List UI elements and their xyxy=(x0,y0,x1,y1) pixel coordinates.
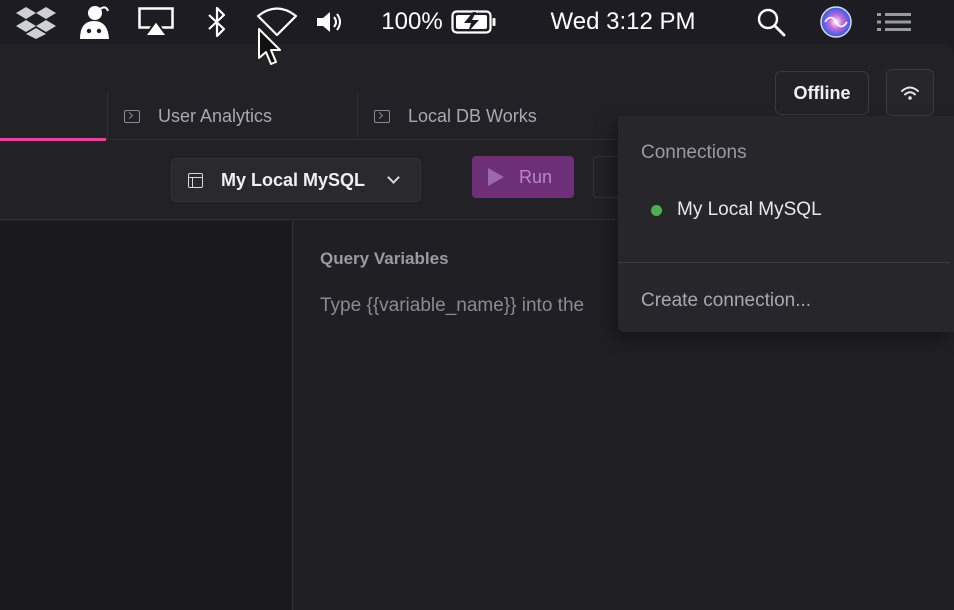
create-connection-item[interactable]: Create connection... xyxy=(641,290,811,312)
query-variables-hint: Type {{variable_name}} into the xyxy=(320,295,585,316)
menubar-clock[interactable]: Wed 3:12 PM xyxy=(536,0,710,44)
connections-header: Connections xyxy=(641,142,747,163)
volume-icon[interactable] xyxy=(315,0,345,44)
dropbox-icon[interactable] xyxy=(14,0,58,44)
terminal-icon xyxy=(124,109,140,123)
wifi-signal-icon xyxy=(901,86,919,100)
airplay-icon[interactable] xyxy=(137,0,175,44)
battery-charging-icon[interactable] xyxy=(450,0,498,44)
terminal-icon xyxy=(374,109,390,123)
menu-bar: 100% Wed 3:12 PM xyxy=(0,0,954,44)
mouse-cursor-icon xyxy=(258,28,281,65)
connection-item-label: My Local MySQL xyxy=(677,199,822,220)
run-button-label: Run xyxy=(519,166,553,187)
tab-label: User Analytics xyxy=(158,105,273,126)
connection-item-my-local-mysql[interactable]: My Local MySQL xyxy=(641,196,822,224)
tab-user-analytics[interactable]: User Analytics xyxy=(107,92,357,140)
dropdown-divider xyxy=(618,262,950,263)
app-window: User Analytics Local DB Works + My Local… xyxy=(0,44,954,610)
tab-label: Local DB Works xyxy=(408,105,537,126)
battery-percentage: 100% xyxy=(381,8,443,35)
query-variables-title: Query Variables xyxy=(320,249,449,268)
connections-dropdown: Connections My Local MySQL Create connec… xyxy=(618,116,954,332)
siri-icon[interactable] xyxy=(818,0,854,44)
query-editor-pane[interactable] xyxy=(0,221,293,610)
notification-center-icon[interactable] xyxy=(874,0,914,44)
connected-status-dot xyxy=(651,204,662,216)
chevron-down-icon xyxy=(387,171,400,184)
connection-toggle-button[interactable] xyxy=(886,69,934,116)
app-mascot-icon[interactable] xyxy=(74,0,114,44)
tab-local-db-works[interactable]: Local DB Works xyxy=(357,92,607,140)
connection-select[interactable]: My Local MySQL xyxy=(171,158,421,202)
run-button[interactable]: Run xyxy=(472,156,574,198)
bluetooth-icon[interactable] xyxy=(204,0,230,44)
offline-status-button[interactable]: Offline xyxy=(775,71,869,115)
connection-select-label: My Local MySQL xyxy=(221,169,366,190)
spotlight-search-icon[interactable] xyxy=(754,0,788,44)
table-icon xyxy=(188,172,203,188)
offline-label: Offline xyxy=(793,82,851,103)
tab-active[interactable] xyxy=(0,92,107,140)
play-icon xyxy=(488,168,504,186)
